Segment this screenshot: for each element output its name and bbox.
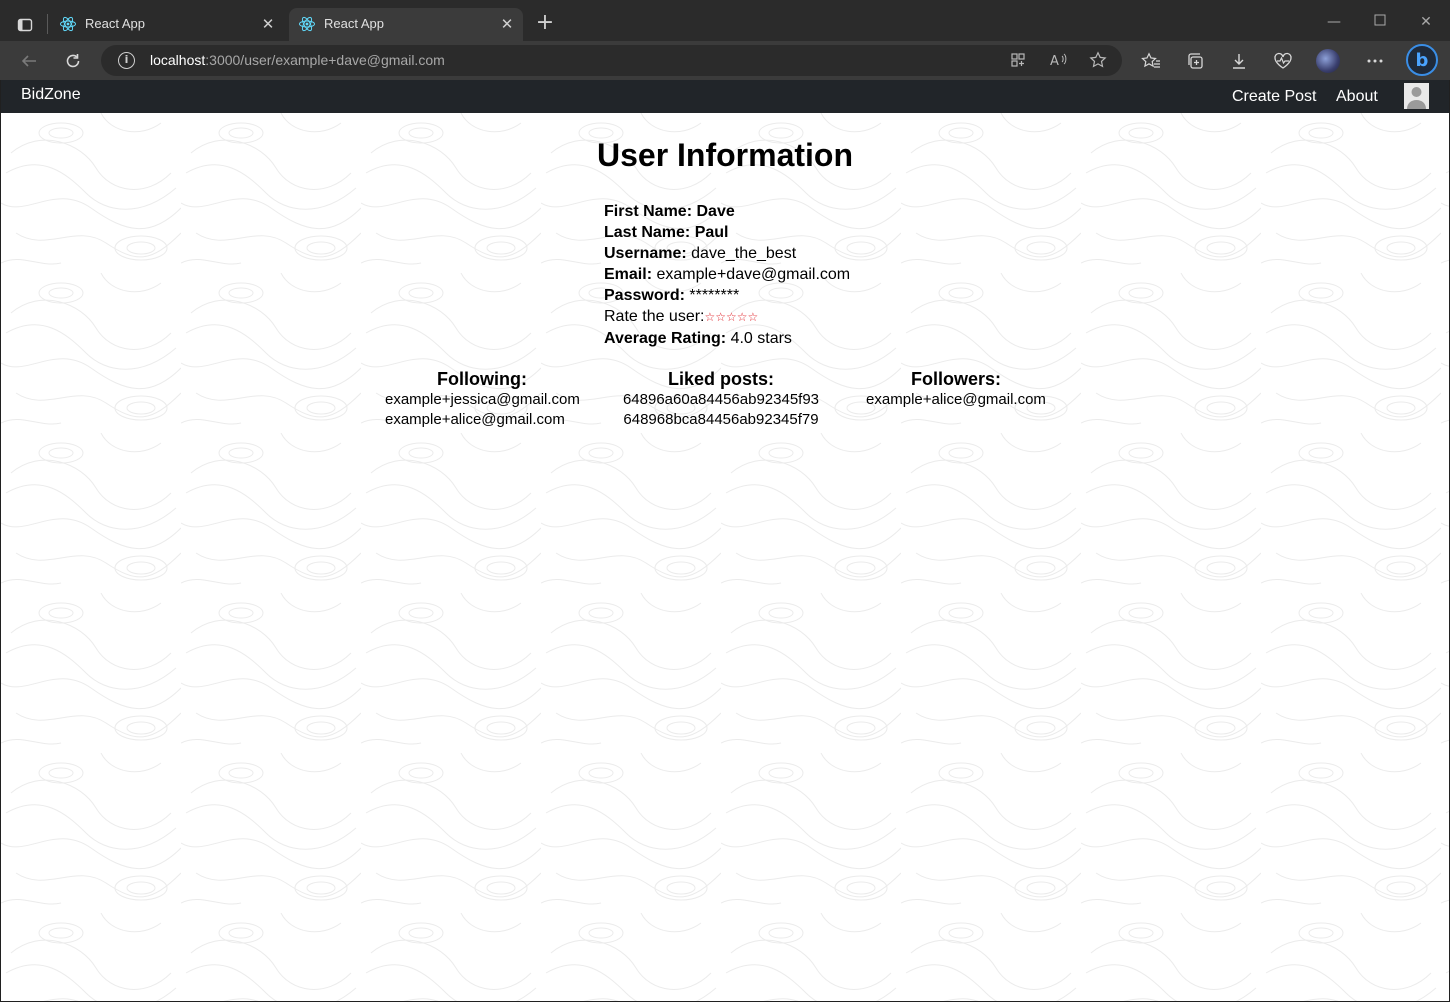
maximize-icon[interactable]	[1369, 11, 1391, 33]
user-details: First Name: Dave Last Name: Paul Usernam…	[604, 201, 850, 349]
username-row: Username: dave_the_best	[604, 245, 797, 262]
followers-section: Followers: example+alice@gmail.com	[863, 368, 1049, 410]
username-value: dave_the_best	[691, 245, 797, 262]
browser-tab-2[interactable]: React App ✕	[289, 8, 523, 41]
password-row: Password: ********	[604, 287, 740, 304]
following-item[interactable]: example+jessica@gmail.com	[385, 390, 580, 410]
new-tab-icon[interactable]: +	[534, 12, 556, 34]
following-section: Following: example+jessica@gmail.com exa…	[385, 368, 580, 430]
rate-user-row: Rate the user:☆☆☆☆☆	[604, 306, 850, 328]
page-title: User Information	[596, 137, 854, 173]
liked-post-item[interactable]: 648968bca84456ab92345f79	[621, 410, 821, 430]
url-text[interactable]: localhost:3000/user/example+dave@gmail.c…	[150, 52, 445, 68]
close-tab-icon[interactable]: ✕	[260, 16, 276, 32]
react-favicon-icon	[298, 15, 316, 33]
average-rating-value: 4.0 stars	[730, 330, 792, 347]
app-available-icon[interactable]	[1008, 50, 1028, 70]
bing-chat-icon[interactable]: b	[1406, 44, 1438, 76]
brand-logo-link[interactable]: BidZone	[21, 86, 81, 104]
follower-item[interactable]: example+alice@gmail.com	[863, 390, 1049, 410]
nav-about-link[interactable]: About	[1336, 88, 1378, 106]
tab-separator	[47, 14, 48, 34]
back-arrow-icon[interactable]	[17, 49, 41, 73]
favorite-star-icon[interactable]	[1088, 50, 1108, 70]
rating-stars-input[interactable]: ☆☆☆☆☆	[705, 310, 759, 324]
refresh-icon[interactable]	[61, 49, 85, 73]
tab-title: React App	[85, 16, 145, 31]
downloads-icon[interactable]	[1227, 49, 1251, 73]
liked-posts-title: Liked posts:	[667, 369, 774, 389]
first-name-row: First Name: Dave	[604, 203, 735, 220]
tab-title: React App	[324, 16, 384, 31]
nav-create-post-link[interactable]: Create Post	[1232, 88, 1316, 106]
following-item[interactable]: example+alice@gmail.com	[385, 410, 579, 430]
browser-tab-1[interactable]: React App ✕	[50, 8, 284, 41]
close-tab-icon[interactable]: ✕	[499, 16, 515, 32]
followers-title: Followers:	[910, 369, 1001, 389]
close-window-icon[interactable]: ✕	[1415, 11, 1437, 33]
more-menu-icon[interactable]	[1363, 49, 1387, 73]
first-name-value: Dave	[696, 203, 735, 220]
address-bar[interactable]: i localhost:3000/user/example+dave@gmail…	[101, 45, 1122, 76]
last-name-value: Paul	[694, 224, 729, 241]
read-aloud-icon[interactable]: A	[1048, 50, 1068, 70]
svg-text:A: A	[1050, 54, 1059, 68]
site-navbar: BidZone Create Post About	[1, 80, 1449, 113]
password-value: ********	[689, 287, 740, 304]
collections-icon[interactable]	[1183, 49, 1207, 73]
email-value: example+dave@gmail.com	[656, 266, 851, 283]
site-info-icon[interactable]: i	[118, 52, 135, 69]
minimize-icon[interactable]: —	[1323, 11, 1345, 33]
browser-tab-bar: React App ✕ React App ✕ + — ✕	[0, 0, 1450, 41]
browser-toolbar: i localhost:3000/user/example+dave@gmail…	[0, 41, 1450, 80]
last-name-row: Last Name: Paul	[604, 224, 729, 241]
liked-posts-section: Liked posts: 64896a60a84456ab92345f93 64…	[621, 368, 821, 430]
page-viewport: BidZone Create Post About User Informati…	[1, 80, 1449, 1001]
react-favicon-icon	[59, 15, 77, 33]
email-row: Email: example+dave@gmail.com	[604, 266, 851, 283]
browser-essentials-icon[interactable]	[1271, 49, 1295, 73]
following-title: Following:	[437, 369, 527, 389]
user-avatar-icon[interactable]	[1404, 83, 1429, 109]
profile-avatar-icon[interactable]	[1316, 49, 1340, 73]
average-rating-row: Average Rating: 4.0 stars	[604, 330, 792, 347]
rate-user-label: Rate the user:	[604, 308, 705, 325]
favorites-icon[interactable]	[1139, 49, 1163, 73]
tab-actions-icon[interactable]	[14, 14, 36, 36]
liked-post-item[interactable]: 64896a60a84456ab92345f93	[621, 390, 821, 410]
